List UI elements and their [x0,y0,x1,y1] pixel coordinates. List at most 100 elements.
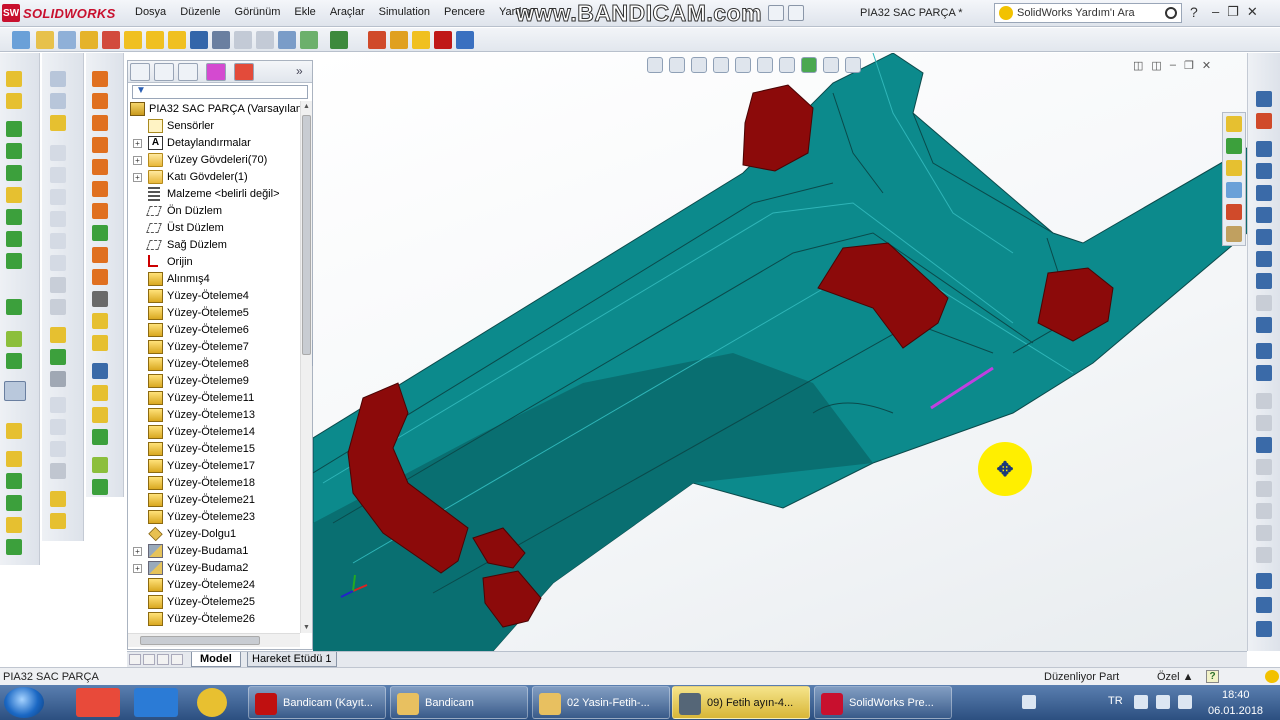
edge-flange-icon[interactable] [92,93,108,109]
deviation-analysis-icon[interactable] [368,31,386,49]
viewport-tile-icon[interactable]: ◫ [1151,59,1161,72]
fill-surface-toolbar-icon[interactable] [6,253,22,269]
tab-last-icon[interactable] [171,654,183,665]
text-icon[interactable] [1256,365,1272,381]
tree-item[interactable]: + Katı Gövdeler(1) [128,169,300,186]
clock-date[interactable]: 06.01.2018 [1208,705,1263,717]
file-explorer-icon[interactable] [1226,160,1242,176]
smart-dim-icon[interactable] [1256,113,1272,129]
offset-surface-toolbar-icon[interactable] [6,209,22,225]
graphics-area[interactable]: ◫ ◫ – ❐ ✕ ✥ [313,53,1247,651]
clock-time[interactable]: 18:40 [1222,689,1250,701]
language-indicator[interactable]: TR [1108,695,1123,707]
options-icon[interactable] [768,5,784,21]
menu-simulation[interactable]: Simulation [372,6,437,18]
feature-tree-horizontal-scrollbar[interactable] [128,633,300,647]
statistics-icon[interactable] [300,31,318,49]
trim-surface-toolbar-icon[interactable] [6,331,22,347]
spline-icon[interactable] [1256,251,1272,267]
expand-icon[interactable]: + [133,156,142,165]
expand-icon[interactable]: + [133,139,142,148]
zebra-stripes-icon[interactable] [390,31,408,49]
design-library-icon[interactable] [1226,138,1242,154]
tree-item[interactable]: Yüzey-Öteleme15 [128,441,300,458]
internet-explorer-icon[interactable] [134,688,178,717]
hide-show-items-icon[interactable] [779,57,795,73]
tree-item[interactable]: + Yüzey-Budama1 [128,543,300,560]
view-palette-icon[interactable] [1226,182,1242,198]
tree-item[interactable]: Yüzey-Dolgu1 [128,526,300,543]
jog-icon[interactable] [92,159,108,175]
taskbar-task[interactable]: Bandicam [390,686,528,719]
tree-item[interactable]: Malzeme <belirli değil> [128,186,300,203]
menu-view[interactable]: Görünüm [228,6,288,18]
scroll-down-icon[interactable]: ▼ [303,624,310,631]
tab-first-icon[interactable] [129,654,141,665]
draft-icon[interactable] [50,371,66,387]
viewport-split-icon[interactable]: ◫ [1133,59,1143,72]
miter-flange-icon[interactable] [92,115,108,131]
viewport-restore-icon[interactable]: ❐ [1184,59,1194,72]
taskbar-task[interactable]: Bandicam (Kayıt... [248,686,386,719]
volume-icon[interactable] [1156,695,1170,709]
extend-surface-icon[interactable] [6,451,22,467]
curve-through-points-icon[interactable] [92,479,108,495]
helix-icon[interactable] [6,539,22,555]
viewport-close-icon[interactable]: ✕ [1202,59,1211,72]
tab-next-icon[interactable] [157,654,169,665]
minimize-icon[interactable]: – [1212,4,1219,20]
display-style-icon[interactable] [757,57,773,73]
tab-model[interactable]: Model [191,652,241,667]
appearances-icon[interactable] [1226,204,1242,220]
closed-corner-icon[interactable] [92,203,108,219]
feature-tree-filter[interactable]: ▼ [132,85,308,99]
repair-sketch-icon[interactable] [1256,621,1272,637]
expand-icon[interactable]: + [133,173,142,182]
offset-entities-icon[interactable] [1256,437,1272,453]
tree-item[interactable]: Yüzey-Öteleme11 [128,390,300,407]
mirror-icon[interactable] [50,463,66,479]
menu-tools[interactable]: Araçlar [323,6,372,18]
intersect-icon[interactable] [50,513,66,529]
tree-item[interactable]: Yüzey-Öteleme25 [128,594,300,611]
tree-item[interactable]: Orijin [128,254,300,271]
solidworks-resources-icon[interactable] [1226,116,1242,132]
slot-icon[interactable] [1256,273,1272,289]
rebuild-icon[interactable] [102,31,120,49]
rib-icon[interactable] [50,327,66,343]
tree-item[interactable]: Sensörler [128,118,300,135]
check-icon[interactable] [124,31,142,49]
tree-item[interactable]: Yüzey-Öteleme7 [128,339,300,356]
unfold-icon[interactable] [92,385,108,401]
thicken-icon[interactable] [6,473,22,489]
geometry-analysis-icon[interactable] [456,31,474,49]
expand-icon[interactable]: + [133,547,142,556]
tray-arrow-icon[interactable] [1134,695,1148,709]
tree-item[interactable]: Ön Düzlem [128,203,300,220]
rebuild-indicator-icon[interactable] [1265,670,1279,683]
dimxpert-tab-icon[interactable] [206,63,226,81]
tree-item[interactable]: + Yüzey-Budama2 [128,560,300,577]
configuration-manager-tab-icon[interactable] [178,63,198,81]
pinned-app-icon[interactable] [76,688,120,717]
display-manager-tab-icon[interactable] [234,63,254,81]
sketch-tool-icon[interactable] [1256,91,1272,107]
view-orientation-icon[interactable] [735,57,751,73]
add-relation-icon[interactable] [1256,573,1272,589]
feature-tree-tab-icon[interactable] [130,63,150,81]
hem-icon[interactable] [92,137,108,153]
viewport-minimize-icon[interactable]: – [1170,59,1176,72]
revolve-surface-icon[interactable] [6,93,22,109]
boundary-surface-icon[interactable] [6,165,22,181]
combine-icon[interactable] [50,491,66,507]
taskbar-task[interactable]: 09) Fetih ayın-4... [672,686,810,719]
sweep-surface-icon[interactable] [6,121,22,137]
view-settings-icon[interactable] [845,57,861,73]
tree-item[interactable]: Yüzey-Öteleme17 [128,458,300,475]
line-icon[interactable] [1256,141,1272,157]
cut-with-surface-icon[interactable] [6,495,22,511]
tree-item[interactable]: Yüzey-Öteleme23 [128,509,300,526]
sketched-bend-icon[interactable] [92,181,108,197]
tree-item[interactable]: + Yüzey Gövdeleri(70) [128,152,300,169]
tree-item[interactable]: Yüzey-Öteleme26 [128,611,300,628]
